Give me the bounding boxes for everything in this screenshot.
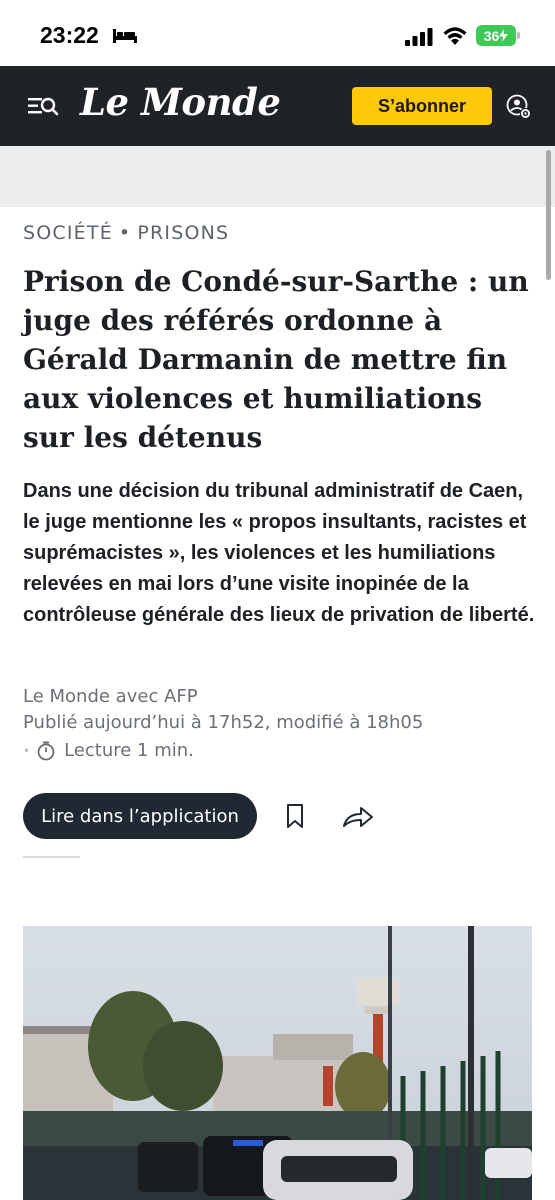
article-headline: Prison de Condé-sur-Sarthe : un juge des…	[23, 265, 529, 454]
kicker-separator: •	[118, 222, 132, 244]
share-icon[interactable]	[341, 805, 375, 829]
kicker-section[interactable]: SOCIÉTÉ	[23, 222, 113, 244]
cellular-signal-icon	[405, 28, 433, 46]
reading-time-label: Lecture 1 min.	[64, 740, 194, 761]
sleep-bed-icon	[113, 29, 137, 43]
article-byline: Le Monde avec AFP	[23, 686, 198, 707]
battery-level: 36	[483, 27, 500, 44]
kicker-subsection[interactable]: PRISONS	[137, 222, 229, 244]
article-standfirst: Dans une décision du tribunal administra…	[23, 480, 535, 626]
read-in-app-button[interactable]: Lire dans l’application	[23, 793, 257, 839]
account-settings-icon[interactable]	[506, 94, 532, 120]
stopwatch-icon	[37, 741, 55, 760]
article-photo[interactable]	[23, 926, 532, 1200]
charging-bolt-icon	[499, 29, 509, 42]
status-time: 23:22	[40, 22, 99, 48]
menu-search-icon[interactable]	[26, 92, 60, 120]
bookmark-icon[interactable]	[284, 803, 306, 829]
wifi-icon	[443, 27, 467, 45]
article-dates: Publié aujourd’hui à 17h52, modifié à 18…	[23, 712, 424, 733]
subscribe-button[interactable]: S’abonner	[352, 87, 492, 125]
reading-time: • Lecture 1 min.	[23, 740, 194, 761]
reading-bullet: •	[23, 743, 31, 758]
ad-placeholder	[0, 146, 555, 207]
battery-tip	[517, 32, 520, 39]
battery-indicator: 36	[476, 25, 516, 46]
status-bar: 23:22 36	[0, 0, 555, 66]
article-kicker: SOCIÉTÉ • PRISONS	[23, 222, 229, 244]
le-monde-logo[interactable]: Le Monde	[80, 80, 281, 124]
scrollbar[interactable]	[546, 150, 551, 280]
section-divider	[23, 856, 80, 858]
site-header: Le Monde S’abonner	[0, 66, 555, 146]
